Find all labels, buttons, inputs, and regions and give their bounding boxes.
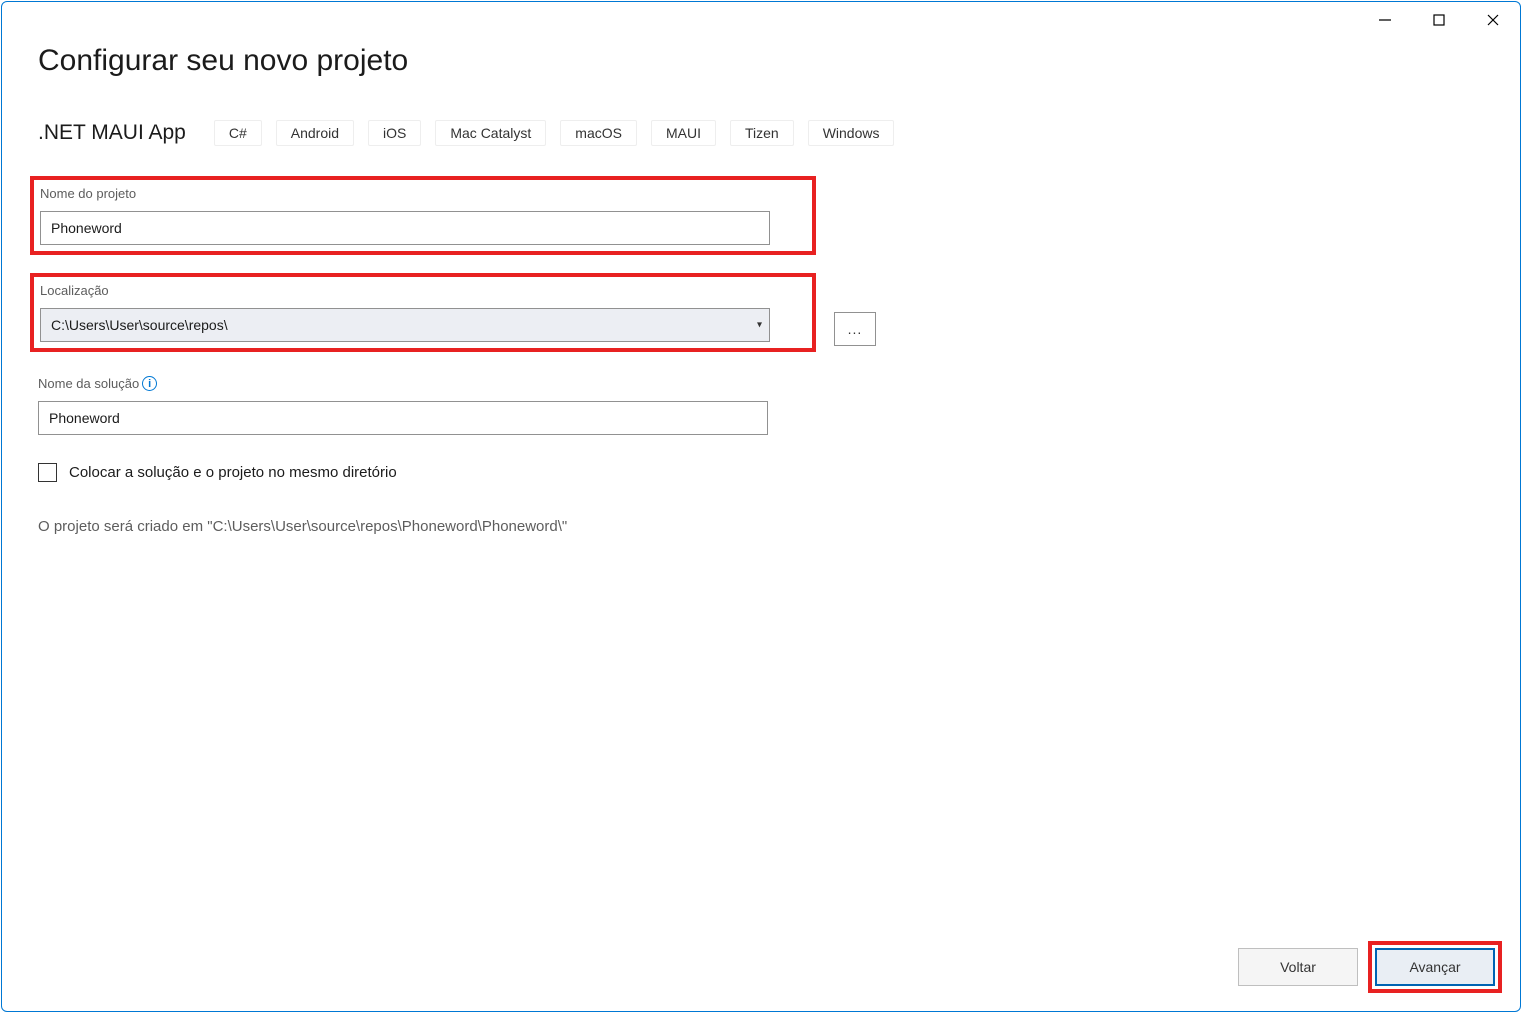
tag: Windows (808, 120, 895, 146)
template-name: .NET MAUI App (38, 121, 186, 145)
maximize-button[interactable] (1412, 2, 1466, 38)
dialog-window: Configurar seu novo projeto .NET MAUI Ap… (1, 1, 1521, 1012)
highlight-box: Nome do projeto (30, 176, 816, 255)
project-name-label: Nome do projeto (40, 186, 806, 201)
back-button[interactable]: Voltar (1238, 948, 1358, 986)
same-directory-label: Colocar a solução e o projeto no mesmo d… (69, 464, 397, 481)
solution-name-label: Nome da solução i (38, 376, 1484, 391)
tag: MAUI (651, 120, 716, 146)
close-button[interactable] (1466, 2, 1520, 38)
info-icon[interactable]: i (142, 376, 157, 391)
project-path-text: O projeto será criado em "C:\Users\User\… (38, 518, 1484, 535)
tag: Tizen (730, 120, 794, 146)
location-group: Localização ▾ ... (38, 273, 1484, 352)
browse-button[interactable]: ... (834, 312, 876, 346)
dialog-content: Configurar seu novo projeto .NET MAUI Ap… (2, 2, 1520, 535)
tag: C# (214, 120, 262, 146)
minimize-button[interactable] (1358, 2, 1412, 38)
tag-list: C# Android iOS Mac Catalyst macOS MAUI T… (214, 120, 895, 146)
same-directory-row: Colocar a solução e o projeto no mesmo d… (38, 463, 1484, 482)
tag: Mac Catalyst (435, 120, 546, 146)
solution-name-input[interactable] (38, 401, 768, 435)
location-input[interactable] (40, 308, 770, 342)
template-info-row: .NET MAUI App C# Android iOS Mac Catalys… (38, 120, 1484, 146)
highlight-box: Avançar (1368, 941, 1502, 993)
next-button[interactable]: Avançar (1375, 948, 1495, 986)
location-label: Localização (40, 283, 806, 298)
solution-name-group: Nome da solução i (38, 376, 1484, 435)
highlight-box: Localização ▾ (30, 273, 816, 352)
project-name-group: Nome do projeto (38, 176, 1484, 255)
tag: Android (276, 120, 354, 146)
tag: iOS (368, 120, 421, 146)
project-name-input[interactable] (40, 211, 770, 245)
tag: macOS (560, 120, 637, 146)
page-title: Configurar seu novo projeto (38, 44, 1484, 78)
solution-name-label-text: Nome da solução (38, 376, 139, 391)
location-combo-wrapper: ▾ (40, 308, 770, 342)
window-controls (1358, 2, 1520, 38)
same-directory-checkbox[interactable] (38, 463, 57, 482)
dialog-footer: Voltar Avançar (1238, 941, 1502, 993)
